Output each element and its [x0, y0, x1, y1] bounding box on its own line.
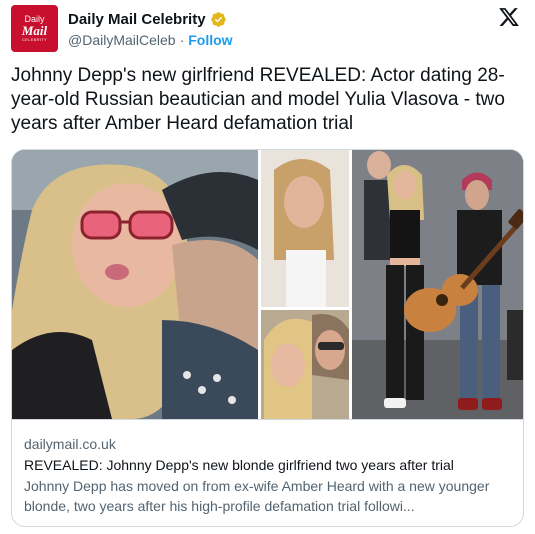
avatar-text-line3: CELEBRITY: [22, 37, 47, 42]
card-meta[interactable]: dailymail.co.uk REVEALED: Johnny Depp's …: [12, 419, 523, 526]
photo-bottom-middle: [261, 310, 349, 419]
tweet-header: Daily Mail CELEBRITY Daily Mail Celebrit…: [11, 5, 524, 55]
avatar-text-line1: Daily: [24, 14, 45, 24]
verified-badge-icon: [210, 11, 226, 27]
card-domain: dailymail.co.uk: [24, 436, 116, 452]
photo-right-street: [352, 150, 523, 419]
card-title[interactable]: REVEALED: Johnny Depp's new blonde girlf…: [24, 455, 511, 475]
avatar[interactable]: Daily Mail CELEBRITY: [11, 5, 58, 52]
tweet-embed: Daily Mail CELEBRITY Daily Mail Celebrit…: [0, 0, 535, 534]
card-description: Johnny Depp has moved on from ex-wife Am…: [24, 478, 490, 514]
author-info: Daily Mail Celebrity @DailyMailCeleb · F…: [68, 9, 233, 49]
photo-collage: [12, 150, 523, 419]
avatar-text-line2: Mail: [21, 23, 48, 38]
separator-dot: ·: [179, 32, 185, 48]
tweet-text: Johnny Depp's new girlfriend REVEALED: A…: [11, 65, 505, 134]
display-name[interactable]: Daily Mail Celebrity: [68, 11, 206, 28]
card-image-collage[interactable]: [12, 150, 523, 419]
x-logo-icon[interactable]: [498, 6, 520, 28]
handle[interactable]: @DailyMailCeleb: [68, 32, 176, 48]
photo-left-selfie: [12, 150, 258, 419]
follow-button[interactable]: Follow: [188, 32, 232, 48]
link-preview-card[interactable]: dailymail.co.uk REVEALED: Johnny Depp's …: [11, 149, 524, 527]
photo-top-middle: [261, 150, 349, 307]
